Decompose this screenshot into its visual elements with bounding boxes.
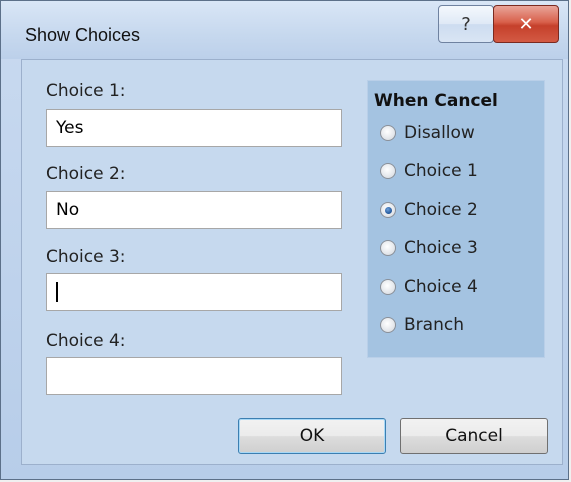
radio-label: Choice 2 <box>404 200 478 220</box>
choice-1-value: Yes <box>56 118 84 138</box>
when-cancel-title: When Cancel <box>374 91 498 111</box>
radio-label: Choice 1 <box>404 161 478 181</box>
choice-1-input[interactable]: Yes <box>46 109 342 147</box>
when-cancel-group: When Cancel Disallow Choice 1 Choice 2 C… <box>367 80 545 358</box>
radio-button-icon[interactable] <box>380 240 396 256</box>
cancel-button-label: Cancel <box>445 426 503 446</box>
radio-button-icon[interactable] <box>380 279 396 295</box>
radio-choice-1[interactable]: Choice 1 <box>380 159 478 183</box>
help-button[interactable]: ? <box>438 5 494 43</box>
radio-choice-4[interactable]: Choice 4 <box>380 275 478 299</box>
radio-label: Branch <box>404 315 464 335</box>
choice-3-input[interactable] <box>46 273 342 311</box>
choice-4-input[interactable] <box>46 357 342 395</box>
choice-4-label: Choice 4: <box>46 331 126 351</box>
radio-disallow[interactable]: Disallow <box>380 121 475 145</box>
radio-label: Choice 4 <box>404 277 478 297</box>
radio-choice-3[interactable]: Choice 3 <box>380 236 478 260</box>
choice-3-label: Choice 3: <box>46 247 126 267</box>
ok-button[interactable]: OK <box>238 418 386 454</box>
text-caret <box>56 282 58 302</box>
radio-button-selected-icon[interactable] <box>380 202 396 218</box>
cancel-button[interactable]: Cancel <box>400 418 548 454</box>
radio-button-icon[interactable] <box>380 163 396 179</box>
radio-label: Disallow <box>404 123 475 143</box>
radio-choice-2[interactable]: Choice 2 <box>380 198 478 222</box>
title-bar[interactable]: Show Choices ? ✕ <box>1 1 568 59</box>
choice-2-value: No <box>56 200 80 220</box>
choice-2-input[interactable]: No <box>46 191 342 229</box>
radio-branch[interactable]: Branch <box>380 313 464 337</box>
ok-button-label: OK <box>299 426 325 446</box>
close-button[interactable]: ✕ <box>493 5 559 43</box>
dialog-window: Show Choices ? ✕ Choice 1: Yes Choice 2:… <box>0 0 569 480</box>
close-icon: ✕ <box>518 13 534 35</box>
dialog-body: Choice 1: Yes Choice 2: No Choice 3: Cho… <box>21 59 563 465</box>
radio-button-icon[interactable] <box>380 317 396 333</box>
choice-1-label: Choice 1: <box>46 81 126 101</box>
window-title: Show Choices <box>25 25 141 45</box>
radio-label: Choice 3 <box>404 238 478 258</box>
help-icon: ? <box>461 13 471 35</box>
choice-2-label: Choice 2: <box>46 164 126 184</box>
radio-button-icon[interactable] <box>380 125 396 141</box>
